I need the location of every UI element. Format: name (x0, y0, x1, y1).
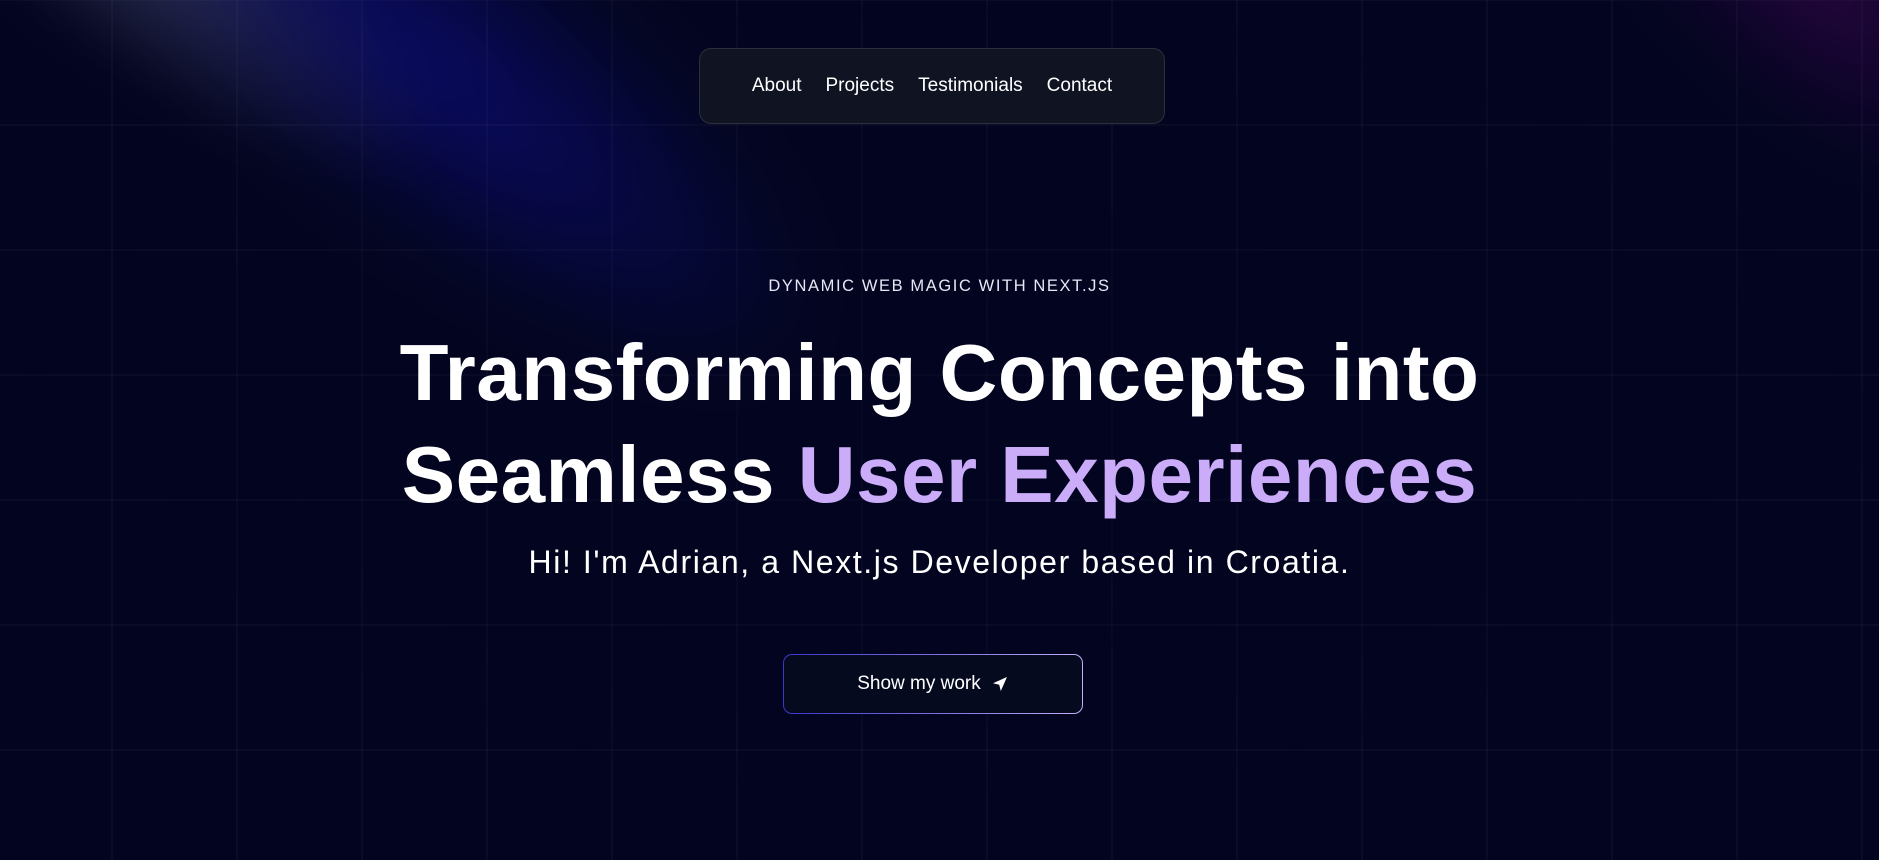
headline-accent-text: User Experiences (797, 430, 1478, 519)
show-my-work-button-inner[interactable]: Show my work (784, 655, 1082, 713)
hero-intro: Hi! I'm Adrian, a Next.js Developer base… (528, 544, 1351, 580)
hero-eyebrow: DYNAMIC WEB MAGIC WITH NEXT.JS (768, 277, 1111, 295)
headline-line-2: Seamless User Experiences (0, 424, 1879, 526)
nav-item-testimonials[interactable]: Testimonials (906, 75, 1035, 97)
send-arrow-icon (991, 675, 1009, 693)
nav-item-contact[interactable]: Contact (1035, 75, 1124, 97)
show-my-work-label: Show my work (857, 673, 981, 694)
headline-line-1: Transforming Concepts into (399, 328, 1480, 417)
nav-item-projects[interactable]: Projects (813, 75, 906, 97)
floating-navbar: About Projects Testimonials Contact (699, 48, 1165, 124)
headline-plain-text: Seamless (401, 430, 798, 519)
hero-section: About Projects Testimonials Contact DYNA… (0, 0, 1879, 860)
hero-headline: Transforming Concepts into Seamless User… (0, 322, 1879, 526)
show-my-work-button[interactable]: Show my work (783, 654, 1083, 714)
nav-item-about[interactable]: About (740, 75, 814, 97)
